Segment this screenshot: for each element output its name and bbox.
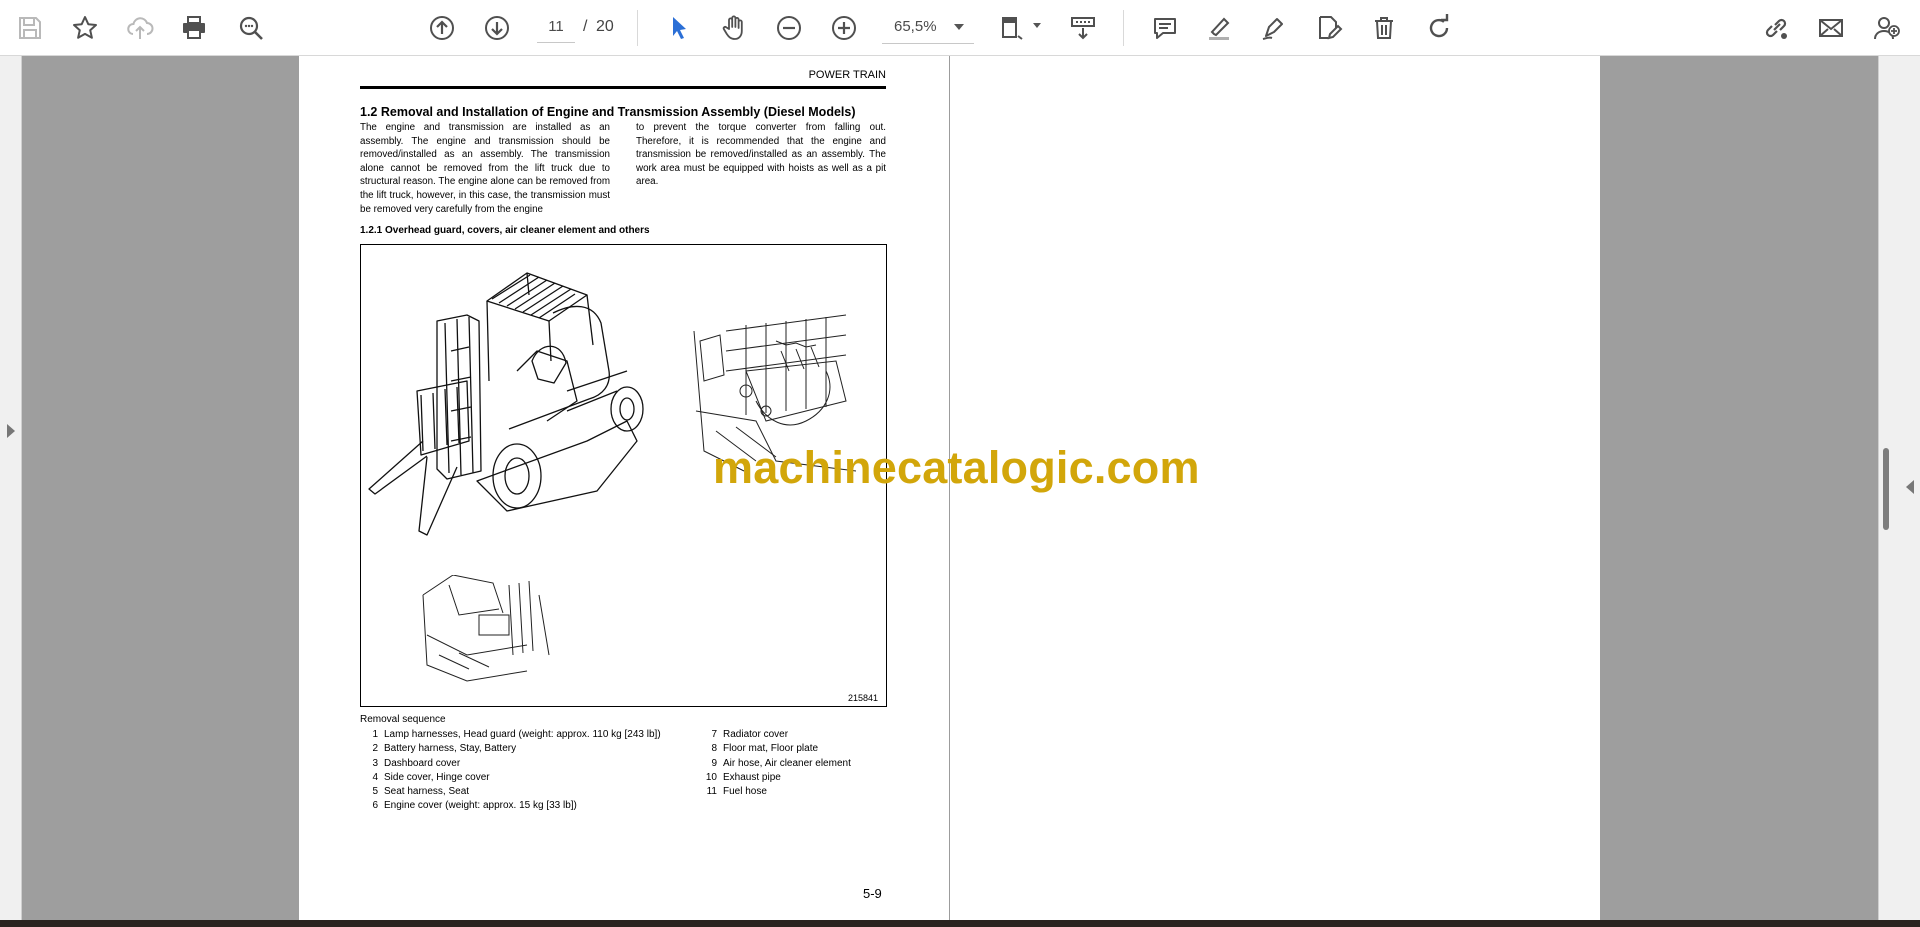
body-column-2: to prevent the torque converter from fal… [636,122,886,188]
zoom-search-icon[interactable] [233,10,269,46]
taskbar-strip [0,920,1920,927]
list-item: 5 Seat harness, Seat [372,786,470,798]
list-item: 3 Dashboard cover [372,757,461,769]
watermark-text: machinecatalogic.com [713,442,1200,493]
list-item: 1 Lamp harnesses, Head guard (weight: app… [372,729,661,740]
toolbar-divider [1123,10,1124,46]
cover-detail-illustration [422,575,550,682]
comment-icon[interactable] [1147,10,1183,46]
header-rule [360,86,886,89]
chevron-down-icon [954,24,964,30]
page-down-icon[interactable] [479,10,515,46]
removal-sequence-label: Removal sequence [360,714,446,725]
list-item: 9 Air hose, Air cleaner element [711,757,851,769]
page-separator: / [583,18,588,35]
zoom-out-icon[interactable] [771,10,807,46]
account-icon[interactable] [1868,10,1904,46]
zoom-dropdown[interactable]: 65,5% [882,11,974,44]
vertical-scrollbar[interactable] [1883,448,1889,530]
list-item: 11 Fuel hose [706,786,767,798]
toolbar: / 20 65,5% [0,0,1920,56]
zoom-value: 65,5% [894,18,937,35]
email-icon[interactable] [1813,10,1849,46]
page-total: 20 [596,18,614,35]
select-cursor-icon[interactable] [661,10,697,46]
expand-left-panel-icon[interactable] [7,424,15,438]
rotate-icon[interactable] [1421,10,1457,46]
removal-list-right: 7 Radiator cover 8 Floor mat, Floor plate … [699,728,889,799]
section-title: 1.2 Removal and Installation of Engine a… [360,105,856,119]
page-fit-caret-icon[interactable] [1033,23,1041,28]
zoom-in-icon[interactable] [826,10,862,46]
list-item: 8 Floor mat, Floor plate [711,743,819,755]
share-link-icon[interactable] [1758,10,1794,46]
page-fit-icon[interactable] [994,10,1030,46]
page-header: POWER TRAIN [808,69,886,81]
cloud-upload-icon[interactable] [122,10,158,46]
bookmark-star-icon[interactable] [67,10,103,46]
list-item: 2 Battery harness, Stay, Battery [372,743,517,755]
hand-icon[interactable] [716,10,752,46]
list-item: 10 Exhaust pipe [705,771,781,783]
page-footer-number: 5-9 [863,886,882,901]
list-item: 4 Side cover, Hinge cover [372,771,490,783]
subsection-title: 1.2.1 Overhead guard, covers, air cleane… [360,225,650,236]
body-column-1: The engine and transmission are installe… [360,122,610,215]
scroll-mode-icon[interactable] [1065,10,1101,46]
delete-icon[interactable] [1366,10,1402,46]
list-item: 6 Engine cover (weight: approx. 15 kg [33… [372,800,577,812]
page-number-input[interactable] [537,11,575,43]
left-panel-toggle[interactable] [0,56,22,922]
print-icon[interactable] [176,10,212,46]
draw-icon[interactable] [1256,10,1292,46]
highlight-icon[interactable] [1201,10,1237,46]
figure-number: 215841 [847,693,878,703]
forklift-illustration [368,272,644,536]
edit-icon[interactable] [1311,10,1347,46]
removal-list-left: 1 Lamp harnesses, Head guard (weight: app… [360,728,700,814]
expand-right-panel-icon[interactable] [1906,480,1914,494]
toolbar-divider [637,10,638,46]
save-icon[interactable] [12,10,48,46]
list-item: 7 Radiator cover [711,729,789,740]
page-up-icon[interactable] [424,10,460,46]
